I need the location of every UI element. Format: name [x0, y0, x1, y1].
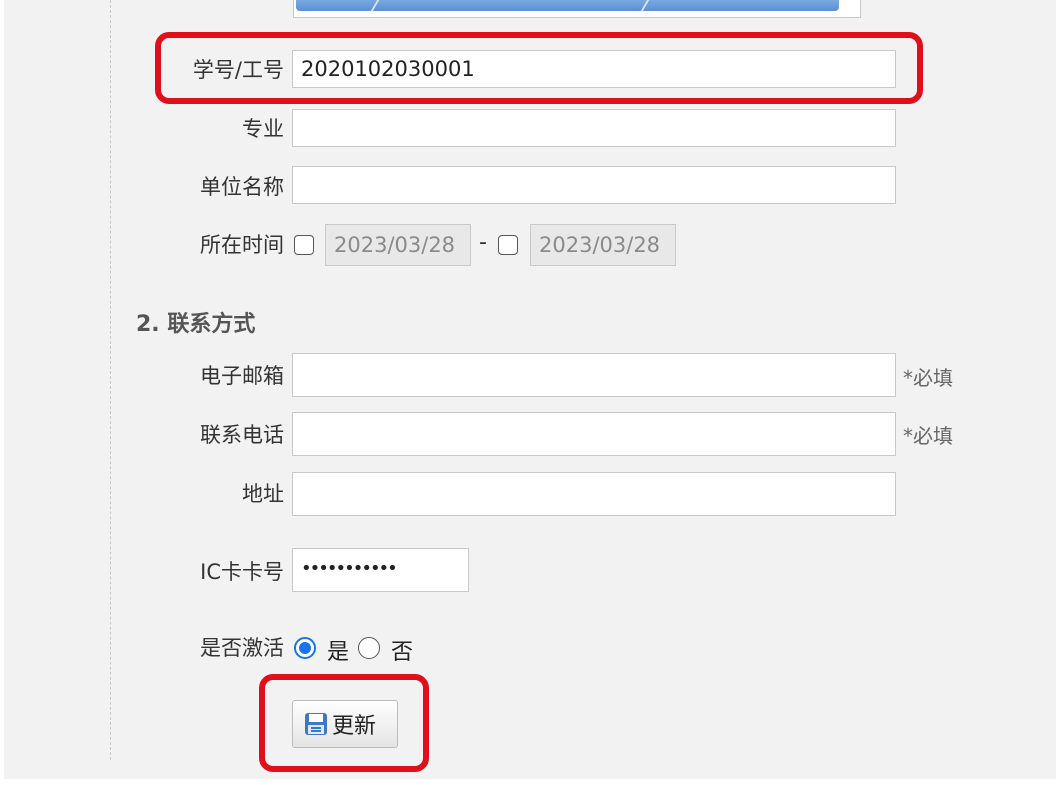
highlight-student-id	[155, 32, 923, 104]
ic-card-label: IC卡卡号	[200, 560, 284, 584]
activation-yes-radio[interactable]	[294, 637, 316, 659]
period-separator: -	[479, 230, 487, 255]
ic-card-input[interactable]: •••••••••••	[292, 548, 469, 592]
phone-label: 联系电话	[200, 423, 284, 447]
period-label: 所在时间	[200, 233, 284, 257]
activation-no-label[interactable]: 否	[391, 634, 413, 666]
period-end-date[interactable]: 2023/03/28	[530, 224, 676, 266]
period-start-checkbox[interactable]	[294, 235, 314, 255]
address-label: 地址	[242, 482, 284, 506]
phone-required-note: *必填	[903, 424, 953, 448]
email-label: 电子邮箱	[200, 364, 284, 388]
period-end-checkbox[interactable]	[498, 235, 518, 255]
period-start-date[interactable]: 2023/03/28	[325, 224, 471, 266]
activation-yes-label[interactable]: 是	[327, 634, 349, 666]
address-input[interactable]	[292, 472, 896, 516]
email-required-note: *必填	[903, 366, 953, 390]
activation-label: 是否激活	[200, 636, 284, 660]
major-label: 专业	[242, 117, 284, 141]
highlight-update-button	[259, 674, 429, 772]
major-input[interactable]	[292, 109, 896, 147]
unit-name-input[interactable]	[292, 166, 896, 204]
unit-name-label: 单位名称	[200, 175, 284, 199]
top-tab-strip	[293, 0, 861, 18]
activation-no-radio[interactable]	[358, 637, 380, 659]
contact-section-title: 2. 联系方式	[136, 312, 256, 337]
divider-line	[110, 0, 111, 760]
phone-input[interactable]	[292, 412, 896, 456]
email-input[interactable]	[292, 353, 896, 397]
